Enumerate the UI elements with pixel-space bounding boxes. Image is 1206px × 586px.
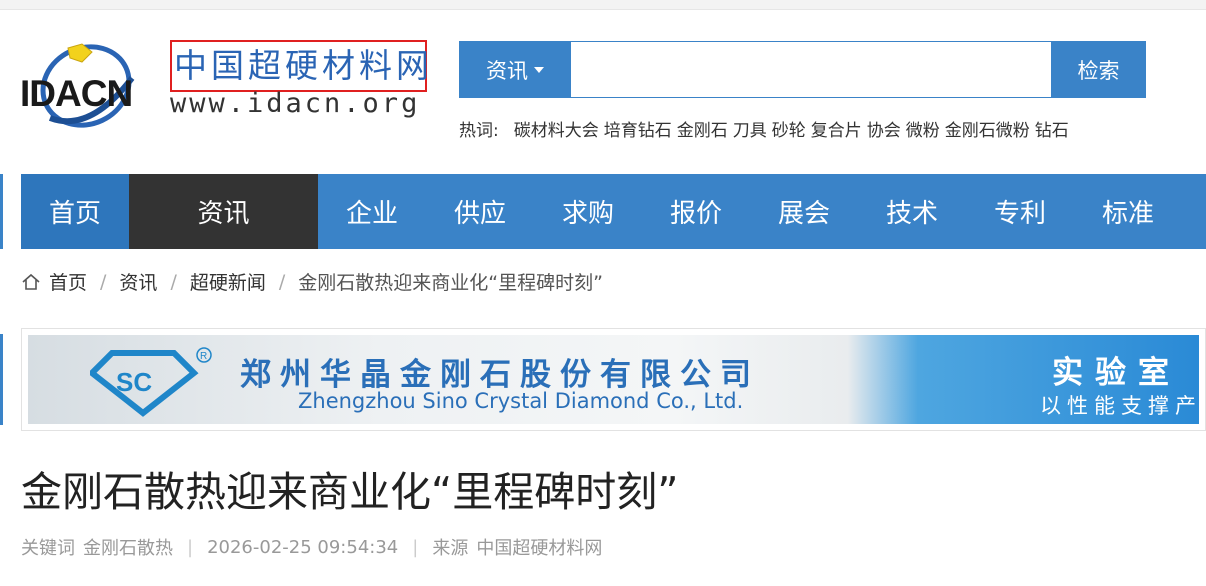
keyword-value[interactable]: 金刚石散热 [83, 534, 173, 560]
nav-item-news[interactable]: 资讯 [129, 174, 318, 249]
chevron-down-icon [534, 66, 544, 73]
hotword-link[interactable]: 复合片 [811, 116, 862, 141]
hotword-link[interactable]: 刀具 [733, 116, 767, 141]
nav-item-price[interactable]: 报价 [642, 174, 750, 249]
banner-lab-subtitle: 以性能支撑产 [1040, 394, 1199, 418]
breadcrumb-separator: / [278, 270, 286, 293]
nav-edge [0, 174, 3, 249]
nav-item-tech[interactable]: 技术 [858, 174, 966, 249]
sino-crystal-logo-icon: SC R [90, 347, 212, 417]
hotword-link[interactable]: 金刚石 [677, 116, 728, 141]
article-meta: 关键词 金刚石散热 | 2026-02-25 09:54:34 | 来源 中国超… [21, 534, 602, 560]
breadcrumb-news[interactable]: 资讯 [119, 268, 157, 295]
article-title: 金刚石散热迎来商业化“里程碑时刻” [21, 468, 679, 516]
svg-text:IDACN: IDACN [20, 73, 132, 114]
search-bar: 资讯 检索 [459, 41, 1146, 98]
meta-separator: | [412, 536, 419, 558]
idacn-logo-icon: IDACN [20, 43, 135, 128]
site-logo[interactable]: IDACN 中国超硬材料网 www.idacn.org [20, 38, 429, 138]
hotword-link[interactable]: 砂轮 [772, 116, 806, 141]
hotword-link[interactable]: 金刚石微粉 [945, 116, 1030, 141]
search-button[interactable]: 检索 [1051, 41, 1146, 98]
hotword-link[interactable]: 碳材料大会 [514, 116, 599, 141]
banner-lab-title: 实验室 [1052, 355, 1181, 391]
svg-text:R: R [200, 351, 207, 362]
top-strip [0, 0, 1206, 10]
home-icon [22, 273, 40, 290]
breadcrumb-current: 金刚石散热迎来商业化“里程碑时刻” [298, 272, 603, 294]
logo-url: www.idacn.org [170, 88, 421, 119]
banner-edge [0, 334, 3, 425]
nav-item-home[interactable]: 首页 [21, 174, 129, 249]
hotword-link[interactable]: 培育钻石 [604, 116, 672, 141]
breadcrumb: 首页 / 资讯 / 超硬新闻 / 金刚石散热迎来商业化“里程碑时刻” [21, 268, 603, 295]
hotword-link[interactable]: 钻石 [1035, 116, 1069, 141]
search-category-dropdown[interactable]: 资讯 [459, 41, 571, 98]
nav-item-company[interactable]: 企业 [318, 174, 426, 249]
nav-item-exhibition[interactable]: 展会 [750, 174, 858, 249]
hotwords-label: 热词: [459, 121, 499, 141]
ad-banner[interactable]: SC R 郑州华晶金刚石股份有限公司 Zhengzhou Sino Crysta… [21, 328, 1206, 431]
hotword-link[interactable]: 协会 [867, 116, 901, 141]
source-value: 中国超硬材料网 [476, 538, 603, 559]
breadcrumb-superhard-news[interactable]: 超硬新闻 [190, 268, 266, 295]
keyword-label: 关键词 [21, 538, 75, 559]
main-nav: 首页 资讯 企业 供应 求购 报价 展会 技术 专利 标准 [21, 174, 1206, 249]
logo-title-cn: 中国超硬材料网 [170, 40, 429, 92]
banner-company-cn: 郑州华晶金刚石股份有限公司 [240, 357, 760, 393]
breadcrumb-home[interactable]: 首页 [49, 268, 87, 295]
breadcrumb-separator: / [100, 270, 107, 293]
nav-item-buy[interactable]: 求购 [534, 174, 642, 249]
meta-separator: | [187, 536, 194, 558]
search-category-label: 资讯 [486, 58, 528, 83]
nav-item-standard[interactable]: 标准 [1074, 174, 1182, 249]
hotwords: 热词: 碳材料大会 培育钻石 金刚石 刀具 砂轮 复合片 协会 微粉 金刚石微粉… [459, 116, 1069, 141]
banner-company-en: Zhengzhou Sino Crystal Diamond Co., Ltd. [298, 389, 744, 413]
nav-item-supply[interactable]: 供应 [426, 174, 534, 249]
banner-image: SC R 郑州华晶金刚石股份有限公司 Zhengzhou Sino Crysta… [28, 335, 1199, 424]
hotword-link[interactable]: 微粉 [906, 116, 940, 141]
nav-item-patent[interactable]: 专利 [966, 174, 1074, 249]
breadcrumb-separator: / [170, 270, 177, 293]
search-input[interactable] [571, 41, 1051, 98]
svg-text:SC: SC [116, 367, 152, 397]
source-label: 来源 [432, 538, 469, 559]
article-date: 2026-02-25 09:54:34 [207, 536, 399, 558]
